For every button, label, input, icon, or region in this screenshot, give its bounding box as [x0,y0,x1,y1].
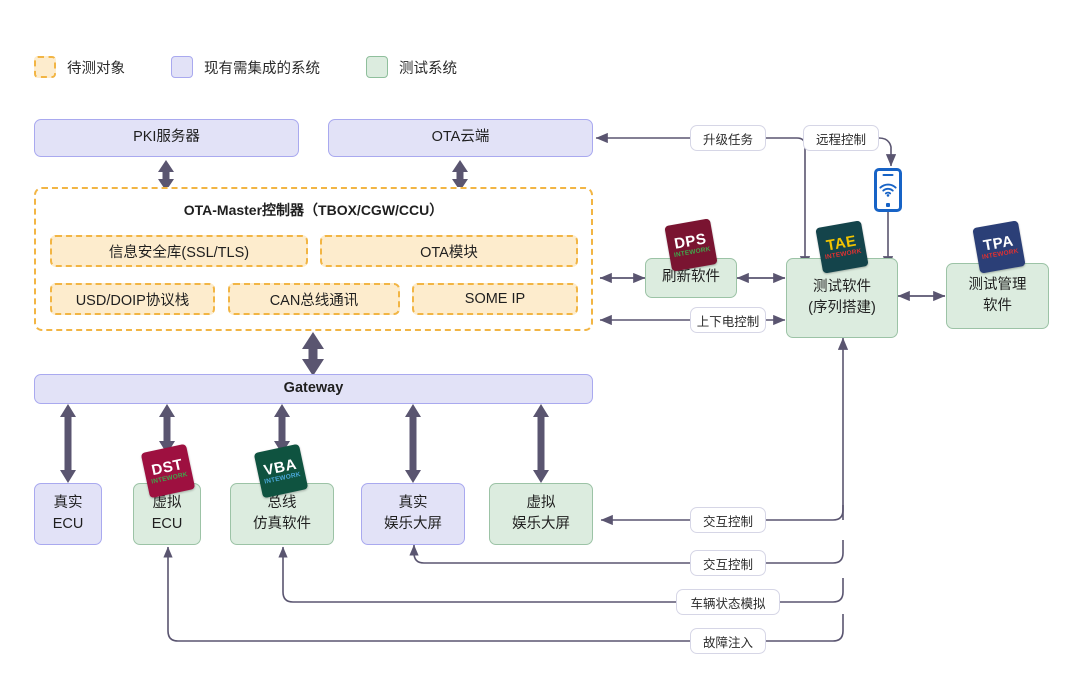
node-test-software-line1: 测试软件 [813,278,871,295]
node-virtual-screen[interactable]: 虚拟 娱乐大屏 [489,483,593,545]
legend-swatch-test-icon [366,56,388,78]
edge-label-vehicle-state-simulation: 车辆状态模拟 [676,589,780,615]
legend-swatch-existing-icon [171,56,193,78]
edge-label-upgrade-task-text: 升级任务 [702,132,753,147]
node-real-ecu[interactable]: 真实 ECU [34,483,102,545]
legend: 待测对象 现有需集成的系统 测试系统 [34,56,503,78]
connector-layer [60,132,946,642]
node-flash-software-label: 刷新软件 [662,269,720,286]
diagram-canvas: 待测对象 现有需集成的系统 测试系统 PKI服务器 OTA云端 OTA-Mast… [0,0,1080,676]
edge-label-remote-control: 远程控制 [803,125,879,151]
node-ota-module[interactable]: OTA模块 [320,235,578,267]
edge-label-interaction-control-1-text: 交互控制 [702,514,753,529]
legend-label-existing: 现有需集成的系统 [204,60,320,77]
node-ota-cloud[interactable]: OTA云端 [328,119,593,157]
edge-label-remote-control-text: 远程控制 [815,132,866,147]
node-real-ecu-line2: ECU [52,516,84,532]
group-ota-master-title: OTA-Master控制器（TBOX/CGW/CCU） [183,202,444,218]
node-test-management-line2: 软件 [983,298,1012,314]
edge-label-power-control-text: 上下电控制 [696,314,760,329]
logo-tpa-icon: TPA INTEWORK [972,220,1026,274]
node-test-management-software[interactable]: 测试管理 软件 [946,263,1049,329]
edge-label-fault-injection-text: 故障注入 [702,635,753,650]
edge-label-power-control: 上下电控制 [690,307,766,333]
node-usd-doip-stack-label: USD/DOIP协议栈 [75,292,190,309]
node-can-bus-label: CAN总线通讯 [269,292,359,309]
node-virtual-screen-line1: 虚拟 [526,494,556,511]
node-security-library[interactable]: 信息安全库(SSL/TLS) [50,235,308,267]
node-some-ip[interactable]: SOME IP [412,283,578,315]
node-real-ecu-line1: 真实 [53,494,83,511]
edge-label-interaction-control-1: 交互控制 [690,507,766,533]
logo-dst-icon: DST INTEWORK [140,443,196,499]
legend-label-dut: 待测对象 [67,60,125,77]
legend-item-existing: 现有需集成的系统 [171,56,320,78]
node-gateway[interactable]: Gateway [34,374,593,404]
edge-label-interaction-control-2: 交互控制 [690,550,766,576]
legend-item-test: 测试系统 [366,56,457,78]
node-ota-module-label: OTA模块 [420,244,478,261]
wifi-phone-icon [874,168,902,212]
node-some-ip-label: SOME IP [464,291,526,307]
edge-label-upgrade-task: 升级任务 [690,125,766,151]
node-ota-cloud-label: OTA云端 [431,129,490,146]
node-can-bus[interactable]: CAN总线通讯 [228,283,400,315]
node-real-screen-line2: 娱乐大屏 [384,516,442,532]
node-virtual-ecu-line2: ECU [151,516,183,532]
node-gateway-label: Gateway [283,380,344,397]
node-real-screen[interactable]: 真实 娱乐大屏 [361,483,465,545]
logo-dps-icon: DPS INTEWORK [664,218,718,272]
legend-item-dut: 待测对象 [34,56,125,78]
logo-vba-icon: VBA INTEWORK [253,443,309,499]
edge-label-interaction-control-2-text: 交互控制 [702,557,753,572]
node-bus-simulation-line2: 仿真软件 [253,516,311,532]
edge-label-vehicle-state-simulation-text: 车辆状态模拟 [690,596,766,611]
legend-label-test: 测试系统 [399,60,457,77]
node-virtual-screen-line2: 娱乐大屏 [512,516,570,532]
edge-label-fault-injection: 故障注入 [690,628,766,654]
node-test-management-line1: 测试管理 [968,276,1027,293]
node-test-software-line2: (序列搭建) [808,300,876,316]
legend-swatch-dut-icon [34,56,56,78]
node-pki-server-label: PKI服务器 [133,129,200,146]
node-usd-doip-stack[interactable]: USD/DOIP协议栈 [50,283,215,315]
node-real-screen-line1: 真实 [398,494,428,511]
wifi-icon [879,183,897,197]
logo-tae-icon: TAE INTEWORK [815,220,869,274]
node-pki-server[interactable]: PKI服务器 [34,119,299,157]
node-security-library-label: 信息安全库(SSL/TLS) [108,244,250,261]
